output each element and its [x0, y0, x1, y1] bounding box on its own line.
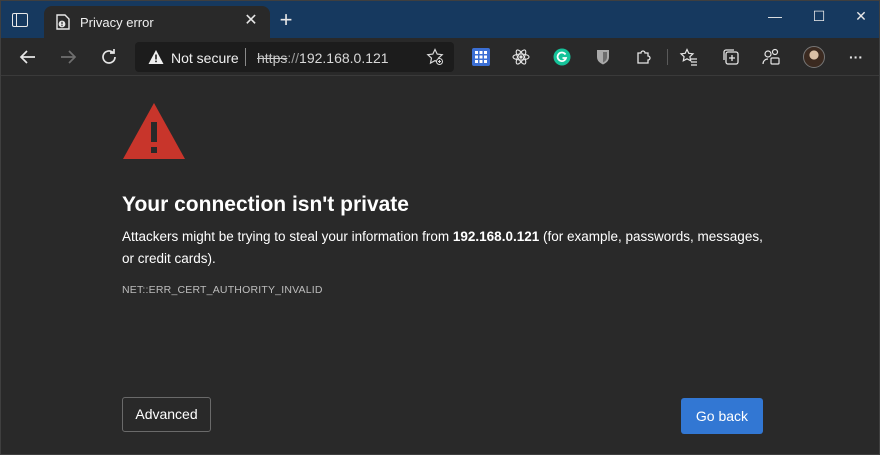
close-window-button[interactable]: ✕ — [848, 6, 874, 26]
avatar[interactable] — [803, 46, 825, 68]
url-text[interactable]: https://192.168.0.121 — [257, 50, 389, 66]
address-bar[interactable]: Not secure https://192.168.0.121 — [135, 42, 454, 72]
url-host: 192.168.0.121 — [299, 50, 389, 66]
url-separator: :// — [287, 50, 300, 66]
advanced-button[interactable]: Advanced — [122, 397, 211, 432]
react-devtools-icon[interactable] — [511, 47, 531, 67]
back-arrow-icon[interactable] — [17, 46, 39, 68]
forward-arrow-icon[interactable] — [57, 46, 79, 68]
warning-triangle-icon — [123, 103, 185, 159]
tab-title: Privacy error — [80, 15, 154, 30]
collections-icon[interactable] — [721, 47, 741, 67]
description-prefix: Attackers might be trying to steal your … — [122, 229, 453, 244]
grammarly-icon[interactable] — [552, 47, 572, 67]
warning-triangle-icon[interactable] — [148, 49, 164, 65]
url-scheme: https — [257, 50, 288, 66]
maximize-button[interactable]: ☐ — [806, 6, 832, 26]
go-back-button[interactable]: Go back — [681, 398, 763, 434]
error-code[interactable]: NET::ERR_CERT_AUTHORITY_INVALID — [122, 284, 323, 296]
error-page: Your connection isn't private Attackers … — [0, 76, 880, 455]
minimize-button[interactable]: — — [762, 6, 788, 26]
title-bar: Privacy error ✕ + — ☐ ✕ — [0, 0, 880, 38]
address-divider — [245, 48, 246, 66]
browser-window: Privacy error ✕ + — ☐ ✕ Not secure https — [0, 0, 880, 455]
browser-toolbar: Not secure https://192.168.0.121 ··· — [0, 38, 880, 76]
tab-privacy-error[interactable]: Privacy error ✕ — [44, 6, 270, 38]
page-title: Your connection isn't private — [122, 193, 409, 216]
bitwarden-icon[interactable] — [593, 47, 613, 67]
profiles-icon[interactable] — [761, 47, 781, 67]
tab-actions-icon[interactable] — [12, 13, 28, 27]
error-description: Attackers might be trying to steal your … — [122, 226, 772, 270]
refresh-icon[interactable] — [98, 46, 120, 68]
description-host: 192.168.0.121 — [452, 229, 540, 244]
apps-grid-icon[interactable] — [471, 47, 491, 67]
new-tab-button[interactable]: + — [276, 9, 296, 31]
extensions-puzzle-icon[interactable] — [634, 47, 654, 67]
add-favorite-icon[interactable] — [426, 48, 444, 66]
favorites-icon[interactable] — [679, 47, 699, 67]
security-status[interactable]: Not secure — [171, 50, 239, 66]
document-warning-icon — [56, 14, 70, 30]
settings-menu-button[interactable]: ··· — [846, 47, 866, 67]
close-icon[interactable]: ✕ — [242, 12, 260, 30]
toolbar-divider — [667, 49, 668, 65]
